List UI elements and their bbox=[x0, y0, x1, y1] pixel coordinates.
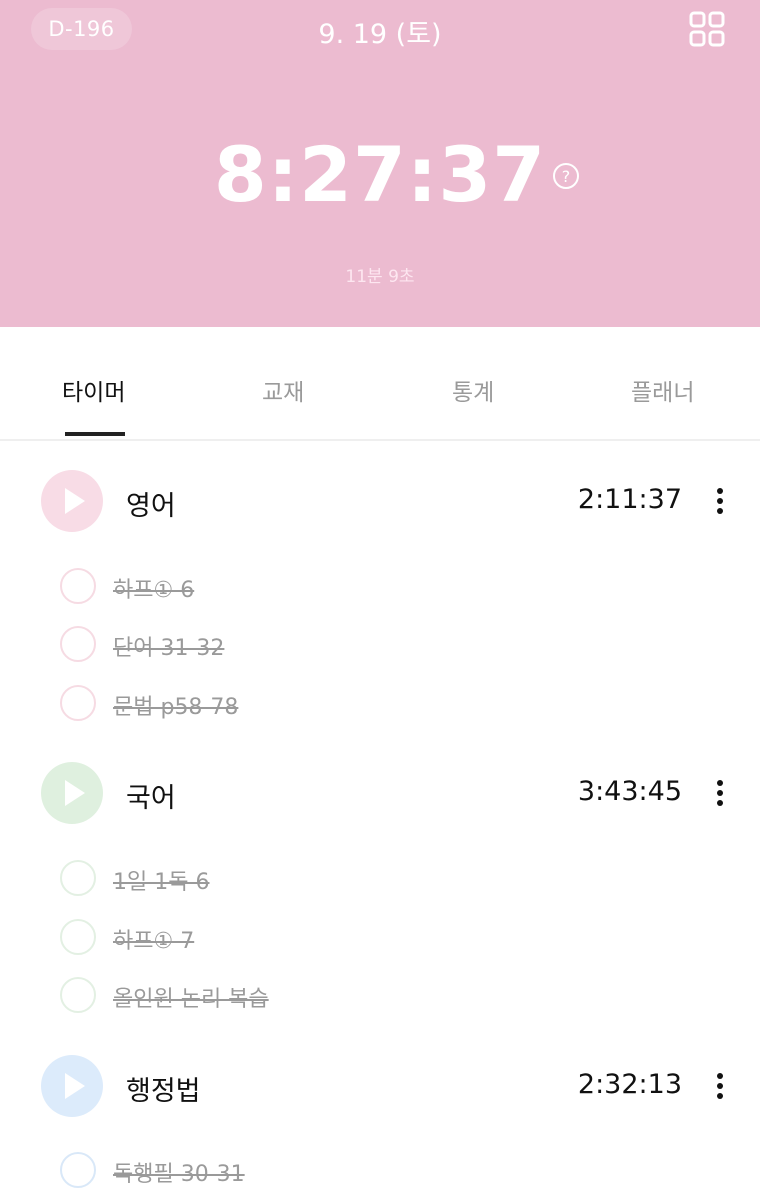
task-label[interactable]: 하프① 6 bbox=[113, 572, 194, 604]
task-item: 단어 31-32 bbox=[0, 624, 760, 668]
subject-time: 3:43:45 bbox=[577, 776, 682, 807]
task-item: 1일 1독 6 bbox=[0, 858, 760, 902]
more-options-icon[interactable] bbox=[714, 486, 726, 516]
play-icon bbox=[65, 1073, 85, 1099]
subject-time: 2:11:37 bbox=[577, 484, 682, 515]
tab-planner[interactable]: 플래너 bbox=[631, 373, 694, 407]
more-options-icon[interactable] bbox=[714, 1071, 726, 1101]
task-checkbox[interactable] bbox=[60, 860, 96, 896]
date-label[interactable]: 9. 19 (토) bbox=[0, 12, 760, 51]
tab-textbook[interactable]: 교재 bbox=[262, 373, 304, 407]
task-label[interactable]: 단어 31-32 bbox=[113, 630, 224, 662]
grid-menu-icon[interactable] bbox=[689, 11, 725, 47]
task-label[interactable]: 올인원 논리 복습 bbox=[113, 981, 269, 1013]
task-item: 하프① 6 bbox=[0, 566, 760, 610]
task-item: 하프① 7 bbox=[0, 917, 760, 961]
play-button-korean[interactable] bbox=[41, 762, 103, 824]
task-checkbox[interactable] bbox=[60, 626, 96, 662]
task-checkbox[interactable] bbox=[60, 1152, 96, 1188]
subject-row-administrative-law: 행정법 2:32:13 bbox=[0, 1055, 760, 1135]
task-item: 올인원 논리 복습 bbox=[0, 975, 760, 1019]
task-label[interactable]: 문법 p58-78 bbox=[113, 689, 238, 721]
active-tab-indicator bbox=[65, 432, 125, 436]
task-checkbox[interactable] bbox=[60, 685, 96, 721]
task-checkbox[interactable] bbox=[60, 568, 96, 604]
timer-header: D-196 9. 19 (토) 8:27:37 ? 11분 9초 bbox=[0, 0, 760, 327]
subject-row-english: 영어 2:11:37 bbox=[0, 470, 760, 550]
more-options-icon[interactable] bbox=[714, 778, 726, 808]
task-item: 문법 p58-78 bbox=[0, 683, 760, 727]
total-study-time: 8:27:37 bbox=[213, 130, 547, 219]
play-button-administrative-law[interactable] bbox=[41, 1055, 103, 1117]
subject-row-korean: 국어 3:43:45 bbox=[0, 762, 760, 842]
current-session-time: 11분 9초 bbox=[345, 267, 415, 287]
play-button-english[interactable] bbox=[41, 470, 103, 532]
play-icon bbox=[65, 488, 85, 514]
task-label[interactable]: 1일 1독 6 bbox=[113, 864, 209, 896]
help-icon[interactable]: ? bbox=[552, 162, 580, 190]
tab-timer[interactable]: 타이머 bbox=[62, 373, 125, 407]
play-icon bbox=[65, 780, 85, 806]
tab-statistics[interactable]: 통계 bbox=[452, 373, 494, 407]
subject-name[interactable]: 국어 bbox=[126, 776, 176, 815]
subject-name[interactable]: 행정법 bbox=[126, 1069, 201, 1108]
subject-name[interactable]: 영어 bbox=[126, 484, 176, 523]
task-label[interactable]: 하프① 7 bbox=[113, 923, 194, 955]
task-item: 독행필 30-31 bbox=[0, 1150, 760, 1194]
svg-text:?: ? bbox=[562, 167, 571, 186]
task-label[interactable]: 독행필 30-31 bbox=[113, 1156, 245, 1188]
tab-bar: 타이머 교재 통계 플래너 bbox=[0, 327, 760, 441]
task-checkbox[interactable] bbox=[60, 919, 96, 955]
subject-time: 2:32:13 bbox=[577, 1069, 682, 1100]
task-checkbox[interactable] bbox=[60, 977, 96, 1013]
